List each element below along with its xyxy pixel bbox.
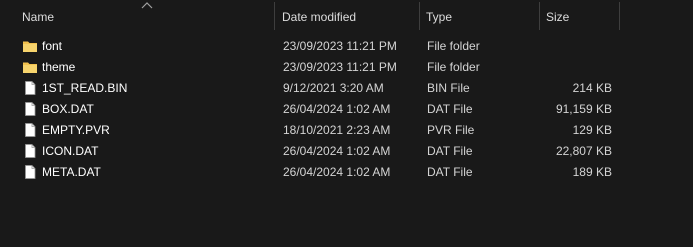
column-header-size-label: Size xyxy=(546,10,570,24)
column-header-type[interactable]: Type xyxy=(420,4,538,30)
file-type: DAT File xyxy=(427,101,473,116)
file-type: File folder xyxy=(427,59,480,74)
column-header-name[interactable]: Name xyxy=(16,4,273,30)
file-size: 189 KB xyxy=(572,164,612,179)
file-icon xyxy=(25,164,36,179)
file-date: 9/12/2021 3:20 AM xyxy=(283,80,384,95)
file-type: File folder xyxy=(427,38,480,53)
column-header-date-label: Date modified xyxy=(282,10,357,24)
file-row[interactable]: 1ST_READ.BIN 9/12/2021 3:20 AM BIN File … xyxy=(0,77,693,98)
column-divider[interactable] xyxy=(274,2,275,30)
file-row[interactable]: BOX.DAT 26/04/2024 1:02 AM DAT File 91,1… xyxy=(0,98,693,119)
file-row[interactable]: EMPTY.PVR 18/10/2021 2:23 AM PVR File 12… xyxy=(0,119,693,140)
file-name-cell: EMPTY.PVR xyxy=(22,119,272,140)
file-type: DAT File xyxy=(427,143,473,158)
column-divider[interactable] xyxy=(619,2,620,30)
folder-icon xyxy=(23,41,37,52)
file-row[interactable]: theme 23/09/2023 11:21 PM File folder xyxy=(0,56,693,77)
column-header-size[interactable]: Size xyxy=(540,4,619,30)
file-size: 22,807 KB xyxy=(555,143,612,158)
file-icon xyxy=(25,80,36,95)
column-header-name-label: Name xyxy=(22,10,55,24)
file-name: 1ST_READ.BIN xyxy=(42,80,128,95)
file-name: META.DAT xyxy=(42,164,101,179)
file-name: font xyxy=(42,38,63,53)
file-size: 91,159 KB xyxy=(555,101,612,116)
column-header-type-label: Type xyxy=(426,10,453,24)
column-header-date[interactable]: Date modified xyxy=(276,4,418,30)
file-name: theme xyxy=(42,59,76,74)
file-explorer: Name Date modified Type Size font 23/09/… xyxy=(0,0,693,247)
file-name: EMPTY.PVR xyxy=(42,122,110,137)
file-icon xyxy=(25,143,36,158)
file-name-cell: ICON.DAT xyxy=(22,140,272,161)
file-date: 26/04/2024 1:02 AM xyxy=(283,101,391,116)
file-icon xyxy=(25,101,36,116)
file-name: BOX.DAT xyxy=(42,101,94,116)
file-size xyxy=(540,56,612,77)
file-icon xyxy=(25,122,36,137)
file-date: 23/09/2023 11:21 PM xyxy=(283,38,397,53)
file-date: 23/09/2023 11:21 PM xyxy=(283,59,397,74)
file-list: font 23/09/2023 11:21 PM File folder the… xyxy=(0,35,693,182)
file-row[interactable]: META.DAT 26/04/2024 1:02 AM DAT File 189… xyxy=(0,161,693,182)
file-size: 214 KB xyxy=(572,80,612,95)
file-name-cell: META.DAT xyxy=(22,161,272,182)
file-type: BIN File xyxy=(427,80,470,95)
file-name-cell: theme xyxy=(22,56,272,77)
file-type: DAT File xyxy=(427,164,473,179)
file-name-cell: font xyxy=(22,35,272,56)
file-row[interactable]: font 23/09/2023 11:21 PM File folder xyxy=(0,35,693,56)
file-size: 129 KB xyxy=(572,122,612,137)
file-type: PVR File xyxy=(427,122,475,137)
file-name-cell: 1ST_READ.BIN xyxy=(22,77,272,98)
folder-icon xyxy=(23,62,37,73)
file-size xyxy=(540,35,612,56)
file-date: 18/10/2021 2:23 AM xyxy=(283,122,391,137)
file-date: 26/04/2024 1:02 AM xyxy=(283,164,391,179)
file-row[interactable]: ICON.DAT 26/04/2024 1:02 AM DAT File 22,… xyxy=(0,140,693,161)
column-header-bar: Name Date modified Type Size xyxy=(0,0,693,34)
file-date: 26/04/2024 1:02 AM xyxy=(283,143,391,158)
file-name: ICON.DAT xyxy=(42,143,99,158)
file-name-cell: BOX.DAT xyxy=(22,98,272,119)
